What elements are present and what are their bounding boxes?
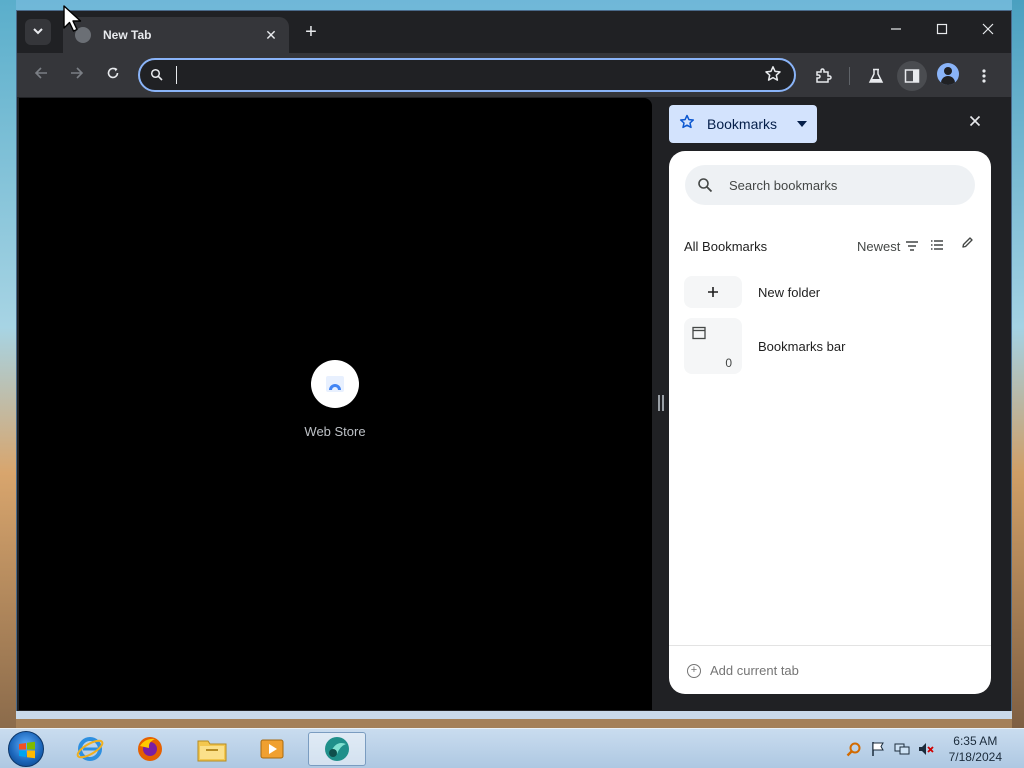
extensions-icon[interactable] (810, 63, 836, 89)
network-icon[interactable] (894, 741, 912, 757)
footer-divider (669, 645, 991, 646)
taskbar: 6:35 AM 7/18/2024 (0, 728, 1024, 768)
add-current-tab-label: Add current tab (710, 663, 799, 678)
minimize-button[interactable] (873, 11, 919, 47)
new-folder-label: New folder (758, 284, 821, 300)
maximize-button[interactable] (919, 11, 965, 47)
profile-icon[interactable] (937, 63, 959, 85)
plus-icon (684, 276, 742, 308)
clock-date: 7/18/2024 (948, 750, 1002, 764)
search-tray-icon[interactable] (846, 741, 864, 757)
new-tab-button[interactable]: + (299, 21, 323, 45)
bookmark-star-icon[interactable] (764, 65, 782, 88)
reload-button[interactable] (99, 61, 127, 89)
tab-close-icon[interactable]: ✕ (259, 27, 283, 44)
system-tray (846, 741, 936, 757)
volume-muted-icon[interactable] (918, 741, 936, 757)
search-icon (150, 68, 164, 82)
menu-icon[interactable] (971, 63, 997, 89)
forward-button[interactable] (63, 61, 91, 89)
side-panel-selector[interactable]: Bookmarks (669, 105, 817, 143)
browser-window: New Tab ✕ + Web Store Bookmarks Search b… (16, 10, 1012, 718)
mouse-pointer-icon (63, 5, 82, 32)
sort-filter-icon (906, 240, 919, 254)
bookmarks-bar-label: Bookmarks bar (758, 338, 846, 354)
bookmarks-side-panel: Bookmarks All Bookmarks Newest (667, 98, 1011, 710)
bookmark-search-input[interactable] (729, 177, 949, 193)
reload-icon (106, 66, 120, 85)
web-store-label: Web Store (304, 424, 366, 439)
tab-title: New Tab (103, 28, 152, 42)
folder-icon: 0 (684, 318, 742, 374)
side-panel-icon[interactable] (899, 63, 925, 89)
start-button[interactable] (8, 731, 44, 767)
caret-down-icon (797, 119, 807, 130)
bookmarks-card: All Bookmarks Newest New folder (669, 151, 991, 694)
window-controls (873, 11, 1011, 47)
search-icon (697, 177, 713, 193)
desktop-background-right (1012, 0, 1024, 728)
sort-label: Newest (857, 239, 901, 254)
toolbar (17, 53, 1011, 97)
bookmarks-star-icon (679, 114, 697, 135)
back-arrow-icon (34, 66, 48, 85)
add-current-tab-button[interactable]: + Add current tab (687, 663, 799, 678)
chevron-down-icon (32, 25, 44, 40)
media-player-icon[interactable] (246, 732, 298, 766)
windows-logo-icon (19, 741, 35, 759)
file-explorer-icon[interactable] (186, 732, 238, 766)
clock-time: 6:35 AM (953, 734, 998, 748)
sort-button[interactable]: Newest (857, 239, 919, 254)
tab-new-tab[interactable]: New Tab ✕ (63, 17, 289, 53)
address-input[interactable] (174, 64, 734, 86)
list-view-icon[interactable] (931, 237, 943, 253)
action-center-flag-icon[interactable] (870, 741, 888, 757)
new-tab-page: Web Store (19, 98, 652, 710)
list-item-new-folder[interactable]: New folder (684, 276, 974, 308)
window-frame-bottom (16, 711, 1012, 719)
text-caret (176, 66, 177, 84)
close-side-panel-icon[interactable] (965, 114, 985, 132)
labs-icon[interactable] (863, 63, 889, 89)
close-window-button[interactable] (965, 11, 1011, 47)
all-bookmarks-label: All Bookmarks (684, 239, 768, 254)
browser-app-icon[interactable] (308, 732, 366, 766)
internet-explorer-icon[interactable] (64, 732, 116, 766)
web-store-shortcut[interactable]: Web Store (299, 360, 371, 439)
side-panel-resize-handle[interactable] (658, 395, 664, 411)
taskbar-clock[interactable]: 6:35 AM 7/18/2024 (949, 733, 1002, 765)
toolbar-divider (849, 67, 850, 85)
list-item-bookmarks-bar[interactable]: 0 Bookmarks bar (684, 318, 974, 374)
address-bar[interactable] (138, 58, 796, 92)
web-store-icon (311, 360, 359, 408)
firefox-icon[interactable] (124, 732, 176, 766)
bookmark-search-box[interactable] (685, 165, 975, 205)
tab-strip: New Tab ✕ + (17, 11, 1011, 53)
desktop-background-left (0, 0, 16, 728)
tab-search-button[interactable] (25, 19, 51, 45)
forward-arrow-icon (70, 66, 84, 85)
back-button[interactable] (27, 61, 55, 89)
side-panel-title: Bookmarks (707, 116, 778, 132)
edit-pencil-icon[interactable] (961, 236, 974, 252)
add-circle-icon: + (687, 663, 701, 678)
folder-count: 0 (725, 356, 732, 370)
